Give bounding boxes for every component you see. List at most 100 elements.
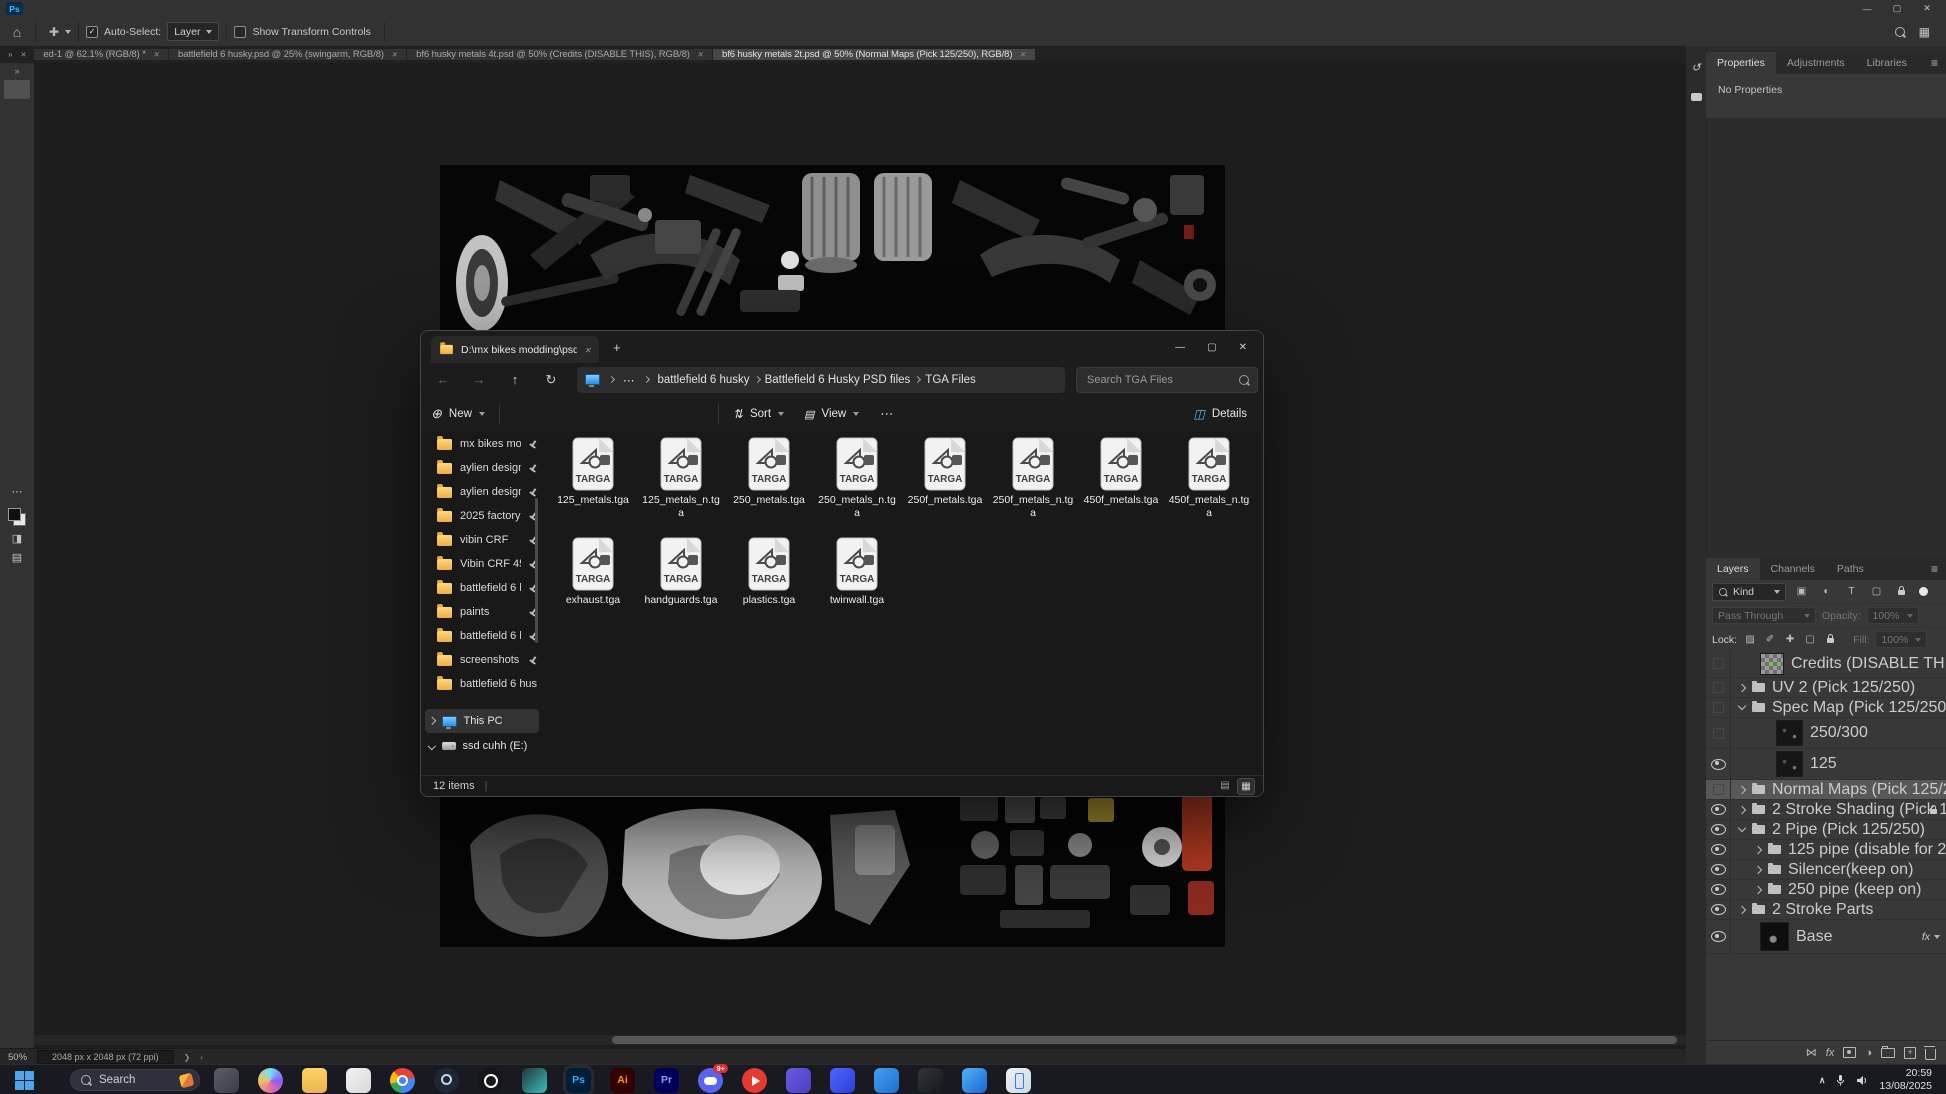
notepad-app-icon[interactable] [214,1068,239,1093]
edit-toolbar-icon[interactable]: ⋯ [12,485,23,498]
file-tile[interactable]: TARGA 250f_metals_n.tga [989,434,1077,534]
explorer-title-bar[interactable]: D:\mx bikes modding\psds\m [421,331,1263,363]
dark-app-icon[interactable] [918,1068,943,1093]
filter-adjustment-layers-icon[interactable]: ◐ [1817,586,1836,597]
view-button[interactable]: View [794,408,869,421]
close-all-icon[interactable] [20,50,26,59]
home-icon[interactable] [6,24,28,40]
phone-link-icon[interactable] [1006,1068,1031,1093]
maximize-icon[interactable] [1207,342,1216,353]
fill-field[interactable]: 100% [1875,631,1927,648]
lasso-tool[interactable] [4,118,30,137]
photos-app-icon[interactable] [962,1068,987,1093]
discord-icon[interactable]: 9+ [698,1068,723,1093]
steam-icon[interactable] [434,1068,459,1093]
type-tool[interactable] [4,384,30,403]
delete-layer-icon[interactable] [1925,1049,1936,1060]
visibility-toggle[interactable] [1706,800,1731,819]
layer-row[interactable]: 2 Pipe (Pick 125/250) [1706,820,1946,840]
breadcrumb-overflow[interactable]: ⋯ [623,373,635,387]
brush-tool[interactable] [4,232,30,251]
healing-brush-tool[interactable] [4,213,30,232]
blur-tool[interactable] [4,327,30,346]
media-app-icon[interactable] [742,1068,767,1093]
zoom-tool[interactable] [4,460,30,479]
filter-toggle-icon[interactable] [1919,587,1928,596]
zoom-level[interactable]: 50% [8,1052,27,1063]
layer-row[interactable]: 250 pipe (keep on) [1706,880,1946,900]
kind-filter-select[interactable]: Kind [1712,583,1786,601]
explorer-tab[interactable]: D:\mx bikes modding\psds\m [431,336,599,363]
sidebar-drive-item[interactable]: This PC [425,709,539,733]
marquee-tool[interactable] [4,99,30,118]
tab-paths[interactable]: Paths [1826,558,1875,580]
premiere-icon[interactable]: Pr [654,1068,679,1093]
layer-row[interactable]: Spec Map (Pick 125/250) [1706,698,1946,718]
expander-icon[interactable] [1738,683,1746,691]
layer-row[interactable]: 125 pipe (disable for 250) [1706,840,1946,860]
layer-fx[interactable]: fx [1922,931,1946,943]
expander-icon[interactable] [1754,845,1762,853]
microphone-icon[interactable] [1835,1074,1846,1086]
visibility-toggle[interactable] [1706,718,1731,748]
details-pane-button[interactable]: Details [1194,407,1264,421]
restore-icon[interactable] [1884,3,1910,14]
layer-row[interactable]: Normal Maps (Pick 125/250) [1706,780,1946,800]
new-group-icon[interactable] [1881,1048,1895,1058]
up-icon[interactable] [497,372,533,387]
workspace-switcher-icon[interactable] [1919,25,1930,39]
close-tab-icon[interactable] [153,50,159,59]
eyedropper-tool[interactable] [4,194,30,213]
history-brush-tool[interactable] [4,270,30,289]
file-tile[interactable]: TARGA 125_metals.tga [549,434,637,534]
visibility-toggle[interactable] [1706,860,1731,879]
pause-app-icon[interactable] [830,1068,855,1093]
visibility-toggle[interactable] [1706,820,1731,839]
sidebar-folder-item[interactable]: battlefield 6 h [421,624,543,648]
taskbar-clock[interactable]: 20:59 13/08/2025 [1879,1067,1932,1093]
check-app-icon[interactable] [874,1068,899,1093]
obs-icon[interactable] [478,1068,503,1093]
sidebar-folder-item[interactable]: mx bikes mo [421,432,543,456]
sidebar-folder-item[interactable]: aylien design [421,456,543,480]
layer-thumbnail[interactable] [1776,720,1803,746]
status-chevron-icon[interactable] [184,1053,191,1062]
horizontal-scrollbar[interactable] [34,1035,1686,1045]
close-tab-icon[interactable] [391,50,397,59]
link-layers-icon[interactable] [1806,1046,1817,1059]
forward-icon[interactable] [461,372,497,387]
tab-libraries[interactable]: Libraries [1856,52,1918,74]
layer-row[interactable]: 125 [1706,749,1946,780]
visibility-toggle[interactable] [1706,840,1731,859]
move-tool[interactable] [4,80,30,99]
file-tile[interactable]: TARGA twinwall.tga [813,534,901,634]
lock-all-icon[interactable] [1823,634,1837,646]
lock-artboard-icon[interactable]: ▢ [1803,634,1817,645]
sort-button[interactable]: Sort [723,407,794,421]
search-input[interactable] [1085,373,1229,387]
thumbnail-view-icon[interactable]: ▦ [1237,778,1255,795]
quick-mask-icon[interactable]: ◨ [12,532,22,545]
expander-icon[interactable] [1754,865,1762,873]
lock-paint-icon[interactable]: ✐ [1763,634,1777,645]
refresh-icon[interactable] [533,372,569,388]
document-tab[interactable]: battlefield 6 husky.psd @ 25% (swingarm,… [169,49,407,60]
frame-tool[interactable] [4,175,30,194]
breadcrumb-item[interactable]: TGA Files [925,374,975,386]
filter-pixel-layers-icon[interactable]: ▣ [1792,586,1811,597]
lock-position-icon[interactable]: ✚ [1783,634,1797,645]
layer-row[interactable]: 2 Stroke Parts [1706,900,1946,920]
sidebar-folder-item[interactable]: battlefield 6 h [421,576,543,600]
layer-row[interactable]: 2 Stroke Shading (Pick 125/250) [1706,800,1946,820]
sidebar-drive-item[interactable]: ssd cuhh (E:) [425,734,539,758]
notes-purple-app-icon[interactable] [786,1068,811,1093]
show-transform-checkbox[interactable] [234,26,246,38]
minimize-icon[interactable] [1854,4,1880,14]
white-app-icon[interactable] [346,1068,371,1093]
target-select[interactable]: Layer [167,22,219,41]
tab-layers[interactable]: Layers [1706,558,1760,580]
visibility-toggle[interactable] [1706,650,1731,677]
move-tool-icon[interactable] [43,25,65,39]
expander-icon[interactable] [1738,824,1746,832]
document-tab[interactable]: bf6 husky metals 2t.psd @ 50% (Normal Ma… [713,49,1036,60]
